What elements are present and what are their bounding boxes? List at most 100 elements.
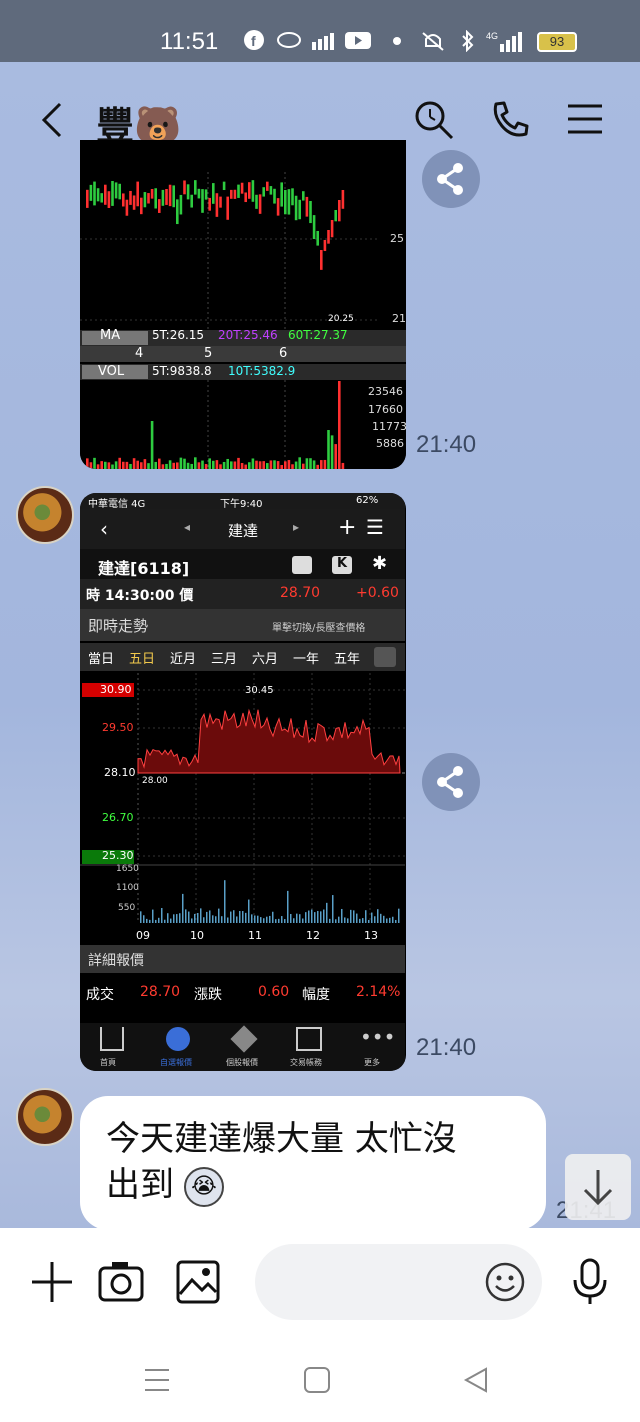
- carrier-label: 中華電信 4G: [88, 499, 146, 510]
- kline-candle: [258, 194, 262, 214]
- x-tick-11: 11: [248, 929, 262, 942]
- kline-volume-bar: [150, 421, 154, 469]
- intraday-volume-bar: [356, 913, 358, 923]
- kline-volume-bar: [258, 461, 262, 469]
- search-icon[interactable]: [412, 98, 456, 142]
- kline-volume-bar: [341, 462, 345, 469]
- scroll-down-button[interactable]: [565, 1154, 631, 1220]
- kline-candle: [291, 188, 294, 206]
- kline-candle: [233, 189, 237, 199]
- next-arrow-icon: ▸: [293, 520, 300, 534]
- intraday-volume-bar: [173, 914, 175, 923]
- app-screenshot-message[interactable]: 中華電信 4G 下午9:40 62% ‹ ◂ 建達 ▸ + ☰ 建達[6118]…: [80, 493, 406, 1071]
- chevron-left-icon[interactable]: [38, 100, 66, 140]
- kline-volume-bar: [100, 461, 103, 469]
- emoji-icon[interactable]: [485, 1262, 525, 1306]
- home-icon[interactable]: [303, 1366, 331, 1398]
- kline-volume-bar: [143, 459, 147, 469]
- price-tick-2950: 29.50: [102, 721, 134, 734]
- tab-day: 當日: [88, 652, 115, 667]
- kline-candle: [172, 185, 175, 208]
- intraday-volume-bar: [149, 919, 151, 923]
- price-tick-25: 25: [390, 232, 404, 245]
- kline-volume-bar: [114, 461, 118, 469]
- intraday-volume-bar: [278, 918, 280, 923]
- intraday-volume-bar: [140, 911, 142, 923]
- message-time: 21:40: [416, 431, 477, 458]
- chart-image-message[interactable]: MA 5T:26.15 20T:25.46 60T:27.37 4 5 6 VO…: [80, 140, 406, 469]
- app-nav-trade: 交易帳務: [290, 1058, 322, 1067]
- app-more-icon: •••: [360, 1025, 396, 1049]
- kline-volume-bar: [248, 462, 251, 469]
- text-message-bubble[interactable]: 今天建達爆大量 太忙沒 出到 😭: [80, 1096, 546, 1230]
- intraday-volume-bar: [206, 911, 208, 923]
- vol-tick-4: 5886: [376, 437, 404, 450]
- kline-volume-bar: [212, 460, 215, 469]
- kline-volume-bar: [168, 460, 172, 469]
- intraday-volume-bar: [221, 916, 223, 923]
- avatar[interactable]: [16, 1088, 74, 1146]
- intraday-volume-bar: [167, 913, 169, 923]
- kline-volume-bar: [204, 464, 208, 469]
- avatar[interactable]: [16, 486, 74, 544]
- camera-icon[interactable]: [98, 1260, 144, 1308]
- kline-candle: [298, 199, 301, 220]
- recent-apps-icon[interactable]: [143, 1366, 171, 1398]
- kline-volume-bar: [132, 458, 136, 469]
- kline-volume-bar: [176, 462, 179, 469]
- intraday-volume-bar: [362, 918, 364, 923]
- app-nav-home: 首頁: [100, 1058, 116, 1067]
- kline-volume-bar: [244, 464, 247, 469]
- ma-value-20: 20T:25.46: [218, 328, 278, 342]
- intraday-volume-bar: [314, 912, 316, 923]
- intraday-volume-bar: [302, 918, 304, 923]
- kline-candle: [305, 196, 309, 217]
- kline-candle: [100, 193, 103, 203]
- range-value: 2.14%: [356, 984, 401, 1000]
- share-button[interactable]: [422, 150, 480, 208]
- image-icon[interactable]: [176, 1260, 220, 1308]
- intraday-volume-bar: [152, 909, 154, 923]
- plus-icon[interactable]: [30, 1260, 74, 1308]
- intraday-volume-bar: [374, 916, 376, 923]
- kline-volume-bar: [111, 464, 114, 469]
- detail-row: 成交 28.70 漲跌 0.60 幅度 2.14%: [80, 977, 405, 1007]
- message-input[interactable]: [255, 1244, 542, 1320]
- intraday-volume-bar: [224, 880, 226, 923]
- kline-volume-bar: [107, 462, 111, 469]
- intraday-volume-bar: [263, 918, 265, 923]
- intraday-volume-bar: [296, 913, 298, 923]
- kline-volume-bar: [154, 461, 157, 469]
- menu-icon[interactable]: [564, 98, 608, 142]
- price-change: +0.60: [356, 585, 399, 601]
- kline-volume-bar: [186, 462, 190, 469]
- kline-candle: [118, 183, 121, 200]
- intraday-volume-bar: [344, 917, 346, 923]
- kline-candle: [240, 182, 244, 194]
- x-tick-10: 10: [190, 929, 204, 942]
- kline-volume-bar: [179, 457, 183, 469]
- back-icon[interactable]: [462, 1366, 490, 1398]
- kline-candle: [273, 188, 276, 204]
- app-add-icon: +: [338, 515, 357, 540]
- kline-volume-bar: [147, 463, 150, 469]
- app-badge-icon: [292, 556, 312, 574]
- kline-candle: [186, 184, 190, 200]
- share-button[interactable]: [422, 753, 480, 811]
- kline-candle: [129, 190, 132, 205]
- intraday-volume-bar: [203, 917, 205, 923]
- kline-volume-bar: [226, 458, 229, 469]
- intraday-volume-bar: [236, 916, 238, 923]
- intraday-volume-bar: [395, 919, 397, 923]
- kline-candle: [327, 230, 330, 244]
- kline-candle: [122, 193, 125, 207]
- period-tabs: 當日 五日 近月 三月 六月 一年 五年: [80, 643, 405, 671]
- intraday-volume-bar: [299, 914, 301, 923]
- phone-icon[interactable]: [488, 98, 532, 142]
- kline-candle: [168, 184, 172, 207]
- kline-candle: [161, 189, 165, 206]
- change-label: 漲跌: [194, 987, 222, 1003]
- mic-icon[interactable]: [570, 1258, 610, 1310]
- intraday-volume-bar: [326, 902, 328, 923]
- kline-candle: [294, 195, 298, 221]
